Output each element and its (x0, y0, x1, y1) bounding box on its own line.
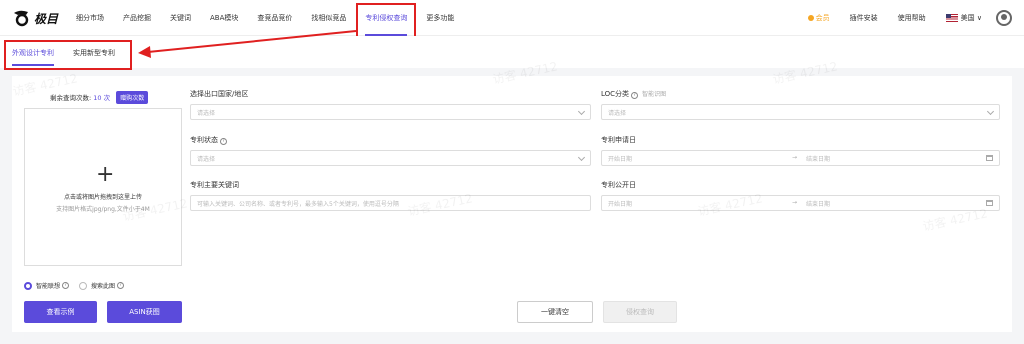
range-arrow: → (792, 199, 798, 206)
calendar-icon (986, 200, 993, 206)
help-link[interactable]: 使用帮助 (898, 13, 926, 23)
logo-text: 极目 (34, 11, 59, 26)
nav-item-competitor-bid[interactable]: 查竞品竞价 (257, 13, 292, 23)
member-link[interactable]: 会员 (807, 13, 830, 23)
publish-start-placeholder: 开始日期 (608, 200, 633, 208)
quota-label: 剩余查询次数: (50, 94, 92, 102)
clear-all-button[interactable]: 一键清空 (517, 301, 593, 323)
status-label: 专利状态? (190, 135, 227, 145)
nav-item-similar-products[interactable]: 找相似竞品 (311, 13, 346, 23)
plus-icon: + (96, 162, 115, 187)
region-selector[interactable]: 美国 ∨ (945, 13, 982, 23)
country-label: 选择出口国家/地区 (190, 90, 249, 98)
us-flag-icon (945, 14, 958, 22)
country-select[interactable]: 请选择 (190, 104, 591, 120)
member-icon (807, 15, 814, 21)
keyword-placeholder: 可输入关键词、公司名称、或者专利号，最多输入5个关键词，使用逗号分隔 (197, 200, 399, 208)
publish-date-label: 专利公开日 (601, 181, 636, 189)
publish-date-range[interactable]: 开始日期 → 结束日期 (601, 195, 1000, 211)
nav-item-product-mining[interactable]: 产品挖掘 (123, 13, 151, 23)
publish-end-placeholder: 结束日期 (806, 200, 831, 208)
region-label: 美国 (960, 14, 975, 22)
calendar-icon (986, 155, 993, 161)
search-panel: 剩余查询次数: 10 次 赠购次数 + 点击或将图片拖拽到这里上传 支持图片格式… (11, 59, 1012, 332)
asin-fetch-button[interactable]: ASIN获图 (107, 301, 182, 323)
nav-item-aba[interactable]: ABA模块 (210, 13, 238, 23)
loc-placeholder: 请选择 (608, 109, 627, 117)
buy-quota-button[interactable]: 赠购次数 (116, 91, 149, 104)
nav-item-segment-market[interactable]: 细分市场 (76, 13, 104, 23)
apply-date-range[interactable]: 开始日期 → 结束日期 (601, 150, 1000, 166)
quota-info: 剩余查询次数: 10 次 赠购次数 (50, 91, 149, 104)
image-upload-area[interactable]: + 点击或将图片拖拽到这里上传 支持图片格式jpg/png,文件小于4M (24, 108, 182, 266)
logo-icon (14, 10, 29, 27)
status-placeholder: 请选择 (197, 155, 216, 163)
apply-start-placeholder: 开始日期 (608, 155, 633, 163)
member-label: 会员 (815, 14, 830, 22)
help-icon[interactable]: ? (117, 282, 125, 289)
status-label-text: 专利状态 (190, 136, 218, 144)
keyword-input[interactable]: 可输入关键词、公司名称、或者专利号，最多输入5个关键词，使用逗号分隔 (190, 195, 591, 211)
apply-date-label: 专利申请日 (601, 136, 636, 144)
top-navbar: 极目 细分市场 产品挖掘 关键词 ABA模块 查竞品竞价 找相似竞品 专利侵权查… (0, 0, 1024, 36)
view-example-button[interactable]: 查看示例 (24, 301, 97, 323)
upload-text: 点击或将图片拖拽到这里上传 (63, 194, 142, 201)
highlight-box-subtabs (4, 40, 132, 70)
nav-item-keywords[interactable]: 关键词 (170, 13, 191, 23)
chevron-down-icon (986, 107, 995, 116)
chevron-down-icon (577, 153, 586, 162)
radio-search-label: 搜索此图 (91, 283, 116, 290)
keyword-label: 专利主要关键词 (190, 181, 239, 189)
quota-value: 10 次 (93, 94, 111, 102)
nav-item-more[interactable]: 更多功能 (426, 13, 454, 23)
radio-smart[interactable] (24, 281, 32, 290)
subtab-bar: 外观设计专利 实用新型专利 (0, 36, 1024, 68)
upload-hint: 支持图片格式jpg/png,文件小于4M (56, 206, 150, 213)
apply-end-placeholder: 结束日期 (806, 155, 831, 163)
infringement-query-button[interactable]: 侵权查询 (603, 301, 677, 323)
loc-label: LOC分类? 智能识图 (601, 89, 666, 99)
plugin-install-link[interactable]: 插件安装 (850, 13, 878, 23)
logo[interactable]: 极目 (12, 8, 58, 28)
right-nav: 会员 插件安装 使用帮助 美国 ∨ (788, 0, 1012, 36)
status-select[interactable]: 请选择 (190, 150, 591, 166)
country-placeholder: 请选择 (197, 109, 216, 117)
loc-select[interactable]: 请选择 (601, 104, 1000, 120)
loc-label-text: LOC分类 (601, 90, 630, 98)
help-icon[interactable]: ? (62, 282, 70, 289)
help-icon[interactable]: ? (631, 92, 639, 99)
radio-search-image[interactable] (79, 281, 88, 290)
help-icon[interactable]: ? (220, 138, 227, 145)
range-arrow: → (792, 154, 798, 161)
chevron-down-icon: ∨ (976, 14, 982, 22)
radio-smart-label: 智能联想 (36, 283, 61, 290)
loc-smart-hint[interactable]: 智能识图 (642, 91, 666, 98)
chevron-down-icon (577, 107, 586, 116)
avatar[interactable] (996, 10, 1012, 26)
search-mode-radios: 智能联想 ? 搜索此图 ? (24, 281, 125, 290)
